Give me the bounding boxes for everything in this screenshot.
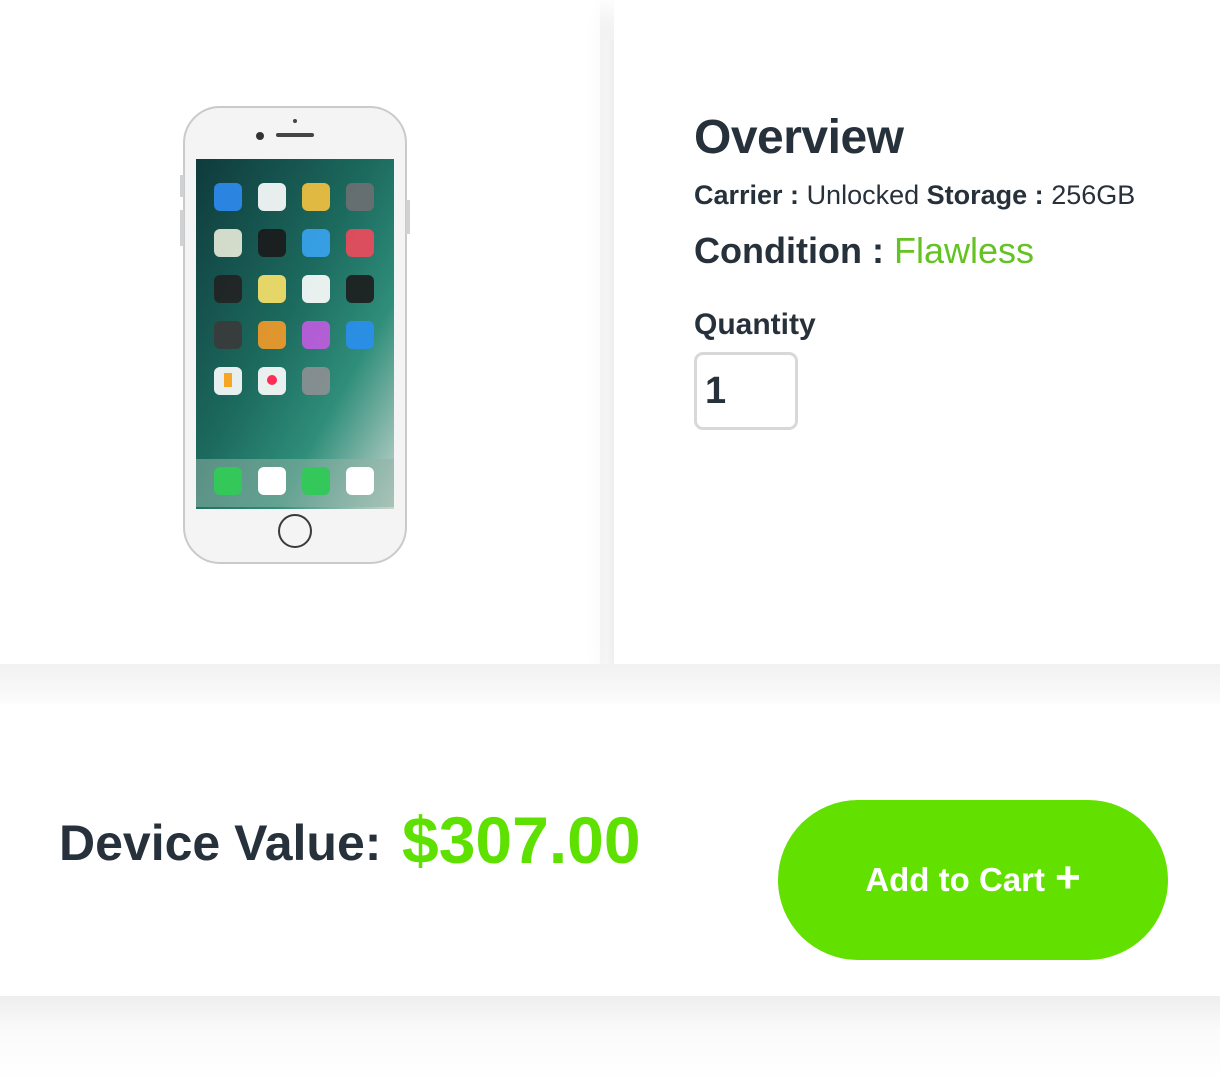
carrier-label: Carrier : (694, 180, 800, 210)
condition-line: Condition : Flawless (694, 230, 1034, 272)
product-image (174, 105, 418, 569)
price-bar: Device Value: $307.00 Add to Cart + (0, 704, 1220, 996)
bottom-shadow (0, 996, 1220, 1080)
product-page: Overview Carrier : Unlocked Storage : 25… (0, 0, 1220, 1080)
product-image-card (0, 0, 600, 664)
quantity-label: Quantity (694, 308, 816, 341)
section-shadow (0, 664, 1220, 704)
carrier-value: Unlocked (806, 180, 920, 210)
overview-title: Overview (694, 111, 904, 164)
specs-line: Carrier : Unlocked Storage : 256GB (694, 180, 1135, 211)
storage-value: 256GB (1051, 180, 1136, 210)
add-to-cart-button[interactable]: Add to Cart + (778, 800, 1168, 960)
storage-label: Storage : (926, 180, 1044, 210)
plus-icon: + (1054, 853, 1081, 902)
overview-card: Overview Carrier : Unlocked Storage : 25… (614, 0, 1220, 664)
quantity-input[interactable] (694, 352, 798, 430)
add-to-cart-label: Add to Cart (865, 861, 1045, 898)
condition-value: Flawless (893, 230, 1034, 271)
column-divider (600, 40, 614, 664)
device-price: $307.00 (402, 803, 641, 877)
device-value-label: Device Value: (59, 815, 382, 871)
condition-label: Condition : (694, 230, 884, 271)
